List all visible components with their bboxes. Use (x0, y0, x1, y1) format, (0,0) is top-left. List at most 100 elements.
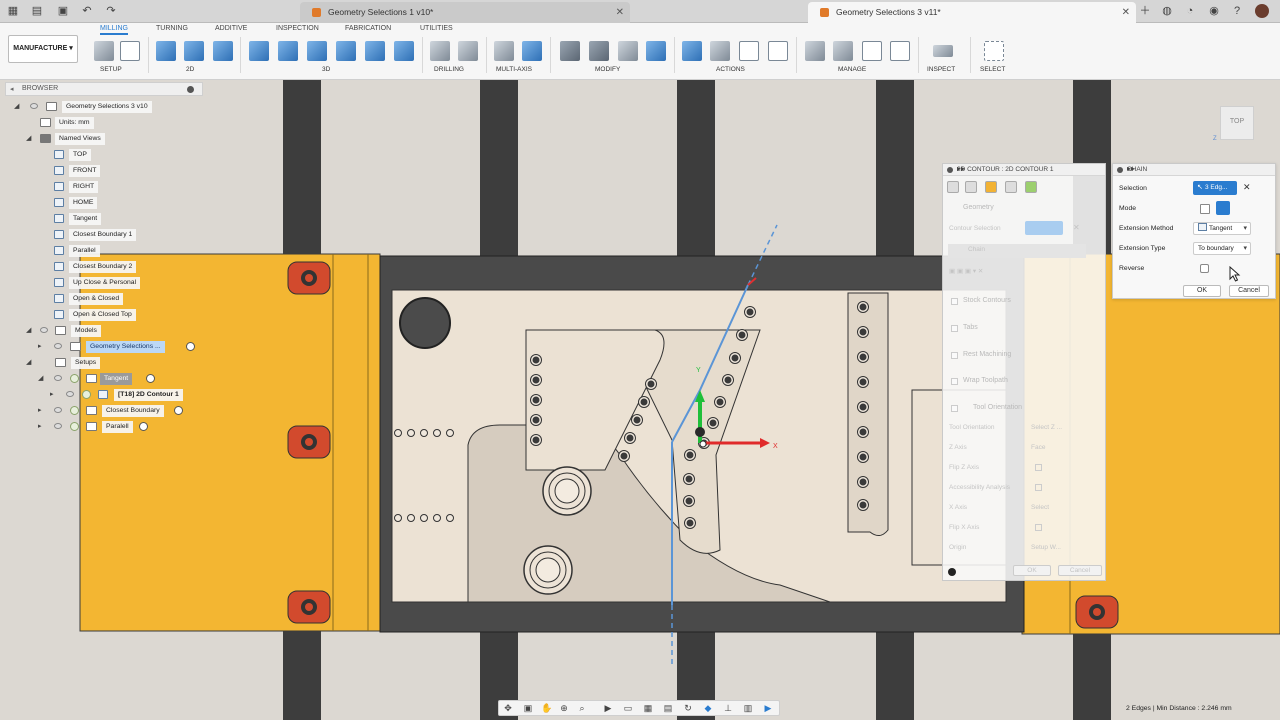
view-cube[interactable]: TOP (1220, 106, 1254, 140)
tab-fabrication[interactable]: FABRICATION (345, 25, 391, 32)
expand-icon[interactable]: ◢ (26, 357, 31, 369)
selection-filter-icon[interactable]: ▶ (763, 704, 773, 713)
extension-method-dropdown[interactable]: Tangent ▾ (1193, 222, 1251, 235)
expand-dialog-icon[interactable]: ▸▸ (957, 164, 1101, 173)
named-view-item[interactable]: Closest Boundary 1 (52, 229, 192, 241)
viewports-icon[interactable]: ▤ (663, 704, 673, 713)
expand-icon[interactable]: ▸ (50, 389, 54, 401)
tool-display-icon[interactable]: ⊥ (723, 704, 733, 713)
activate-radio-icon[interactable] (174, 406, 183, 415)
measure-icon[interactable] (933, 45, 953, 57)
flip-z-checkbox[interactable] (1035, 464, 1042, 471)
pattern-icon[interactable] (646, 41, 666, 61)
group-manage[interactable]: MANAGE (838, 66, 866, 73)
expand-icon[interactable]: ◢ (14, 101, 19, 113)
adaptive-2d-icon[interactable] (184, 41, 204, 61)
clear-selection-icon[interactable]: ✕ (1243, 182, 1251, 193)
mode-closed-button[interactable] (1216, 201, 1230, 215)
group-modify[interactable]: MODIFY (595, 66, 620, 73)
activate-radio-icon[interactable] (186, 342, 195, 351)
extensions-icon[interactable]: ◍ (1160, 4, 1174, 18)
checkbox[interactable] (951, 325, 958, 332)
fit-icon[interactable]: ⌕ (577, 704, 587, 713)
notifications-icon[interactable]: ◉ (1207, 4, 1221, 18)
document-tab-2[interactable]: Geometry Selections 3 v11* ✕ (808, 2, 1136, 23)
named-view-item[interactable]: Closest Boundary 2 (52, 261, 192, 273)
extension-type-dropdown[interactable]: To boundary ▾ (1193, 242, 1251, 255)
activate-radio-icon[interactable] (146, 374, 155, 383)
steep-shallow-icon[interactable] (307, 41, 327, 61)
scallop-icon[interactable] (336, 41, 356, 61)
group-drilling[interactable]: DRILLING (434, 66, 464, 73)
models-folder[interactable]: ◢ Models (26, 325, 166, 337)
chain-dialog-header[interactable]: CHAIN ▸▸ (1113, 164, 1275, 176)
setup-tangent[interactable]: ◢ Tangent (38, 373, 203, 385)
face-op-icon[interactable] (156, 41, 176, 61)
x-axis-value[interactable]: Select (1031, 504, 1049, 511)
refresh-icon[interactable]: ↻ (683, 704, 693, 713)
tab-inspection[interactable]: INSPECTION (276, 25, 319, 32)
post-library-icon[interactable] (890, 41, 910, 61)
tree-root[interactable]: ◢ Geometry Selections 3 v10 (14, 101, 194, 113)
g-code-icon[interactable] (739, 41, 759, 61)
expand-dialog-icon[interactable]: ▸▸ (1127, 164, 1271, 173)
setup-folder-icon[interactable] (94, 41, 114, 61)
named-view-item[interactable]: RIGHT (52, 181, 192, 193)
visibility-eye-icon[interactable] (54, 343, 62, 349)
user-avatar[interactable] (1255, 4, 1269, 18)
pan-hand-icon[interactable]: ✋ (541, 704, 552, 713)
job-status-icon[interactable]: ◔ (1183, 4, 1197, 18)
pocket-3d-icon[interactable] (278, 41, 298, 61)
tab-additive[interactable]: ADDITIVE (215, 25, 247, 32)
contour-cancel-button[interactable]: Cancel (1058, 565, 1102, 576)
setup-sheet-icon[interactable] (768, 41, 788, 61)
named-view-item[interactable]: Open & Closed (52, 293, 192, 305)
new-tab-icon[interactable]: ＋ (1138, 4, 1152, 18)
browser-pin-icon[interactable] (187, 86, 194, 93)
hole-recognition-icon[interactable] (458, 41, 478, 61)
tool-library-manage-icon[interactable] (805, 41, 825, 61)
setups-folder[interactable]: ◢ Setups (26, 357, 166, 369)
browser-header[interactable]: ◂ BROWSER (5, 82, 203, 96)
clear-selection-icon[interactable]: ✕ (1073, 223, 1080, 232)
z-axis-value[interactable]: Face (1031, 444, 1045, 451)
contour-3d-icon[interactable] (394, 41, 414, 61)
stock-display-icon[interactable]: ▥ (743, 704, 753, 713)
group-3d[interactable]: 3D (322, 66, 330, 73)
visibility-eye-icon[interactable] (54, 423, 62, 429)
mode-open-button[interactable] (1200, 204, 1210, 214)
setup-paralell[interactable]: ▸ Paralell (38, 421, 203, 433)
named-view-item[interactable]: Tangent (52, 213, 192, 225)
drill-icon[interactable] (430, 41, 450, 61)
operation-2d-contour[interactable]: ▸ [T18] 2D Contour 1 (50, 389, 210, 401)
look-at-icon[interactable]: ▣ (523, 704, 533, 713)
animate-icon[interactable]: ▶ (603, 704, 613, 713)
template-library-icon[interactable] (862, 41, 882, 61)
window-select-icon[interactable] (984, 41, 1004, 61)
visibility-eye-icon[interactable] (66, 391, 74, 397)
tool-library-icon[interactable] (618, 41, 638, 61)
setup-closest-boundary[interactable]: ▸ Closest Boundary (38, 405, 203, 417)
expand-icon[interactable]: ▸ (38, 405, 42, 417)
visibility-eye-icon[interactable] (40, 327, 48, 333)
contour-dialog-header[interactable]: 2D CONTOUR : 2D CONTOUR 1 ▸▸ (943, 164, 1105, 176)
model-node[interactable]: ▸ Geometry Selections ... (38, 341, 203, 353)
grid-icon[interactable]: ▦ (643, 704, 653, 713)
redo-icon[interactable]: ↷ (104, 4, 118, 18)
origin-value[interactable]: Setup W... (1031, 544, 1061, 551)
reverse-checkbox[interactable] (1200, 264, 1209, 273)
chain-row[interactable]: Chain (948, 244, 1086, 258)
geometry-tab-icon[interactable] (965, 181, 977, 193)
named-views-folder[interactable]: ◢ Named Views (26, 133, 166, 145)
collapse-icon[interactable]: ◂ (10, 85, 14, 93)
named-view-item[interactable]: FRONT (52, 165, 192, 177)
group-multi-axis[interactable]: MULTI-AXIS (496, 66, 532, 73)
visibility-eye-icon[interactable] (30, 103, 38, 109)
flip-x-checkbox[interactable] (1035, 524, 1042, 531)
file-icon[interactable]: ▤ (30, 4, 44, 18)
save-icon[interactable]: ▣ (56, 4, 70, 18)
linking-tab-icon[interactable] (1025, 181, 1037, 193)
selection-chip[interactable]: ↖ 3 Edg... (1193, 181, 1237, 195)
close-tab-icon[interactable]: ✕ (616, 2, 624, 23)
workspace-switcher[interactable]: MANUFACTURE ▾ (8, 35, 78, 63)
